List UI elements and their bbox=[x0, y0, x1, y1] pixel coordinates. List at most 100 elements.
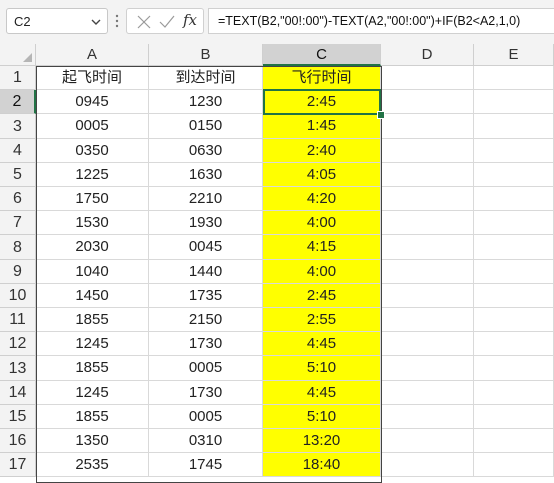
cell-b6[interactable]: 2210 bbox=[149, 187, 263, 211]
cell-b11[interactable]: 2150 bbox=[149, 308, 263, 332]
cell-a11[interactable]: 1855 bbox=[36, 308, 149, 332]
cell-d14[interactable] bbox=[381, 381, 474, 405]
cell-d17[interactable] bbox=[381, 453, 474, 477]
cell-e11[interactable] bbox=[474, 308, 554, 332]
row-header-1[interactable]: 1 bbox=[0, 66, 36, 90]
column-header-a[interactable]: A bbox=[36, 44, 149, 66]
cell-c11[interactable]: 2:55 bbox=[263, 308, 381, 332]
cell-d3[interactable] bbox=[381, 114, 474, 139]
cell-c12[interactable]: 4:45 bbox=[263, 332, 381, 356]
row-header-12[interactable]: 12 bbox=[0, 332, 36, 356]
cell-e4[interactable] bbox=[474, 139, 554, 163]
cell-a12[interactable]: 1245 bbox=[36, 332, 149, 356]
cell-a5[interactable]: 1225 bbox=[36, 163, 149, 187]
row-header-6[interactable]: 6 bbox=[0, 187, 36, 211]
cell-d7[interactable] bbox=[381, 211, 474, 235]
column-header-c[interactable]: C bbox=[263, 44, 381, 66]
cell-c16[interactable]: 13:20 bbox=[263, 429, 381, 453]
cell-b2[interactable]: 1230 bbox=[149, 90, 263, 114]
fill-handle[interactable] bbox=[377, 111, 385, 119]
cell-b7[interactable]: 1930 bbox=[149, 211, 263, 235]
cell-a10[interactable]: 1450 bbox=[36, 284, 149, 308]
cell-d16[interactable] bbox=[381, 429, 474, 453]
cell-c4[interactable]: 2:40 bbox=[263, 139, 381, 163]
column-header-d[interactable]: D bbox=[381, 44, 474, 66]
cell-e9[interactable] bbox=[474, 260, 554, 284]
cell-a3[interactable]: 0005 bbox=[36, 114, 149, 139]
cell-b4[interactable]: 0630 bbox=[149, 139, 263, 163]
row-header-15[interactable]: 15 bbox=[0, 405, 36, 429]
cell-a1[interactable]: 起飞时间 bbox=[36, 66, 149, 90]
cell-b15[interactable]: 0005 bbox=[149, 405, 263, 429]
select-all-corner[interactable] bbox=[0, 44, 36, 66]
more-options-icon[interactable] bbox=[115, 12, 119, 30]
column-header-e[interactable]: E bbox=[474, 44, 554, 66]
row-header-10[interactable]: 10 bbox=[0, 284, 36, 308]
cell-e10[interactable] bbox=[474, 284, 554, 308]
cell-a16[interactable]: 1350 bbox=[36, 429, 149, 453]
row-header-17[interactable]: 17 bbox=[0, 453, 36, 477]
row-header-16[interactable]: 16 bbox=[0, 429, 36, 453]
cell-b14[interactable]: 1730 bbox=[149, 381, 263, 405]
column-header-b[interactable]: B bbox=[149, 44, 263, 66]
cell-a4[interactable]: 0350 bbox=[36, 139, 149, 163]
cell-d1[interactable] bbox=[381, 66, 474, 90]
cell-d10[interactable] bbox=[381, 284, 474, 308]
insert-function-button[interactable]: fx bbox=[183, 11, 197, 29]
cell-a7[interactable]: 1530 bbox=[36, 211, 149, 235]
cell-b10[interactable]: 1735 bbox=[149, 284, 263, 308]
cell-d8[interactable] bbox=[381, 235, 474, 260]
cell-c13[interactable]: 5:10 bbox=[263, 356, 381, 381]
cell-d13[interactable] bbox=[381, 356, 474, 381]
row-header-9[interactable]: 9 bbox=[0, 260, 36, 284]
cell-d5[interactable] bbox=[381, 163, 474, 187]
cell-d6[interactable] bbox=[381, 187, 474, 211]
cell-e12[interactable] bbox=[474, 332, 554, 356]
cell-c3[interactable]: 1:45 bbox=[263, 114, 381, 139]
cell-a17[interactable]: 2535 bbox=[36, 453, 149, 477]
row-header-5[interactable]: 5 bbox=[0, 163, 36, 187]
cell-c5[interactable]: 4:05 bbox=[263, 163, 381, 187]
cell-c1[interactable]: 飞行时间 bbox=[263, 66, 381, 90]
cell-e7[interactable] bbox=[474, 211, 554, 235]
cell-d15[interactable] bbox=[381, 405, 474, 429]
cell-c2[interactable]: 2:45 bbox=[263, 90, 381, 114]
cell-b13[interactable]: 0005 bbox=[149, 356, 263, 381]
cell-a9[interactable]: 1040 bbox=[36, 260, 149, 284]
row-header-3[interactable]: 3 bbox=[0, 114, 36, 139]
cell-e8[interactable] bbox=[474, 235, 554, 260]
cell-e3[interactable] bbox=[474, 114, 554, 139]
formula-input[interactable]: =TEXT(B2,"00!:00")-TEXT(A2,"00!:00")+IF(… bbox=[208, 8, 554, 34]
cell-b3[interactable]: 0150 bbox=[149, 114, 263, 139]
row-header-7[interactable]: 7 bbox=[0, 211, 36, 235]
row-header-14[interactable]: 14 bbox=[0, 381, 36, 405]
name-box[interactable]: C2 bbox=[6, 8, 108, 34]
cell-a2[interactable]: 0945 bbox=[36, 90, 149, 114]
cell-e5[interactable] bbox=[474, 163, 554, 187]
cell-c14[interactable]: 4:45 bbox=[263, 381, 381, 405]
cell-a6[interactable]: 1750 bbox=[36, 187, 149, 211]
cell-e6[interactable] bbox=[474, 187, 554, 211]
row-header-4[interactable]: 4 bbox=[0, 139, 36, 163]
cell-c15[interactable]: 5:10 bbox=[263, 405, 381, 429]
cell-e14[interactable] bbox=[474, 381, 554, 405]
cell-b9[interactable]: 1440 bbox=[149, 260, 263, 284]
cell-a8[interactable]: 2030 bbox=[36, 235, 149, 260]
check-icon[interactable] bbox=[159, 15, 175, 29]
cell-b1[interactable]: 到达时间 bbox=[149, 66, 263, 90]
cell-a15[interactable]: 1855 bbox=[36, 405, 149, 429]
row-header-11[interactable]: 11 bbox=[0, 308, 36, 332]
cancel-icon[interactable] bbox=[137, 15, 151, 29]
cell-d2[interactable] bbox=[381, 90, 474, 114]
row-header-2[interactable]: 2 bbox=[0, 90, 36, 114]
cell-c10[interactable]: 2:45 bbox=[263, 284, 381, 308]
cell-d4[interactable] bbox=[381, 139, 474, 163]
cell-a13[interactable]: 1855 bbox=[36, 356, 149, 381]
cell-c8[interactable]: 4:15 bbox=[263, 235, 381, 260]
cell-c9[interactable]: 4:00 bbox=[263, 260, 381, 284]
cell-b5[interactable]: 1630 bbox=[149, 163, 263, 187]
chevron-down-icon[interactable] bbox=[91, 18, 101, 26]
cell-b17[interactable]: 1745 bbox=[149, 453, 263, 477]
cell-e13[interactable] bbox=[474, 356, 554, 381]
cell-d11[interactable] bbox=[381, 308, 474, 332]
